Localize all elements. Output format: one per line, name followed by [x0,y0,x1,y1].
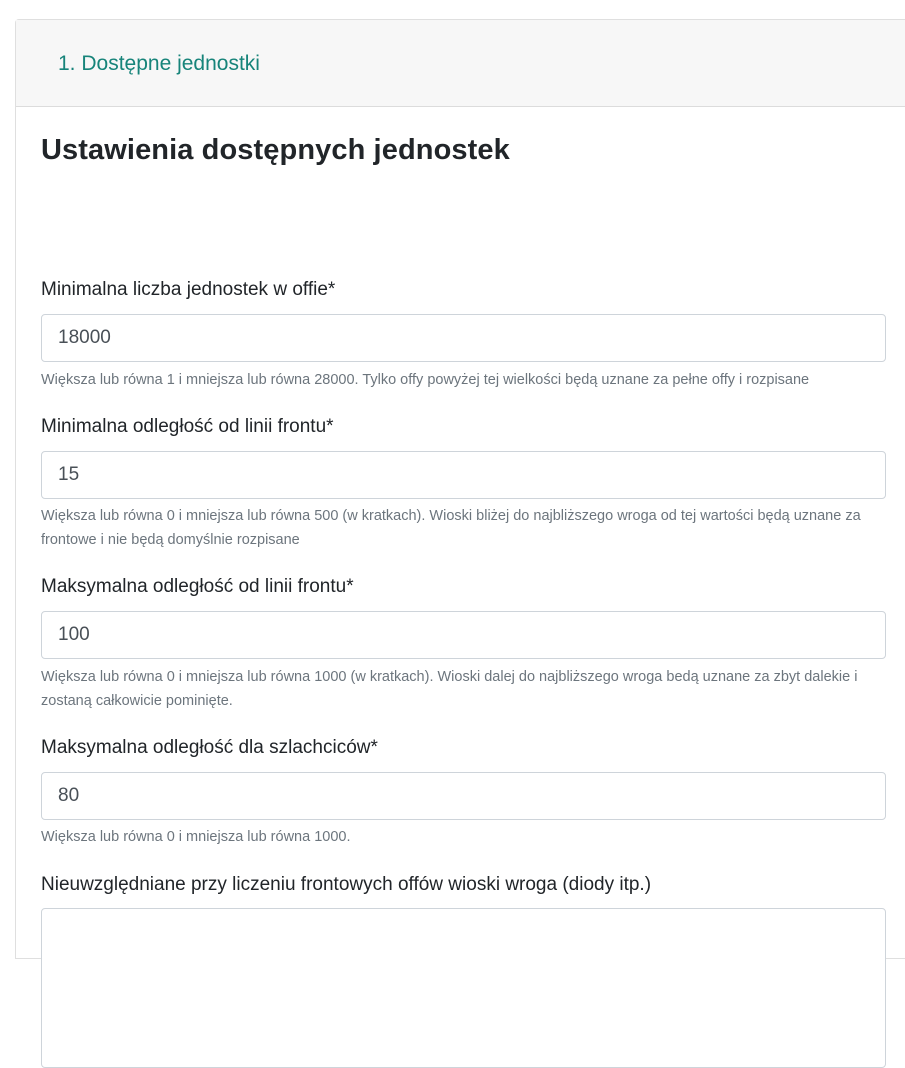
excluded-villages-textarea[interactable] [41,908,886,1068]
max-noble-distance-input[interactable] [41,772,886,820]
card-header-title[interactable]: 1. Dostępne jednostki [58,51,260,76]
settings-card: 1. Dostępne jednostki Ustawienia dostępn… [15,19,905,1068]
excluded-villages-label: Nieuwzględniane przy liczeniu frontowych… [41,874,652,895]
section-title: Ustawienia dostępnych jednostek [41,134,510,166]
max-front-distance-help: Większa lub równa 0 i mniejsza lub równa… [41,669,858,709]
max-front-distance-label: Maksymalna odległość od linii frontu* [41,576,354,597]
max-front-distance-input[interactable] [41,611,886,659]
card-header[interactable]: 1. Dostępne jednostki [16,20,905,107]
max-noble-distance-help: Większa lub równa 0 i mniejsza lub równa… [41,829,351,845]
min-front-distance-help: Większa lub równa 0 i mniejsza lub równa… [41,508,861,548]
max-noble-distance-label: Maksymalna odległość dla szlachciców* [41,737,378,758]
min-front-distance-label: Minimalna odległość od linii frontu* [41,416,334,437]
min-units-input[interactable] [41,314,886,362]
min-units-help: Większa lub równa 1 i mniejsza lub równa… [41,372,810,388]
min-units-label: Minimalna liczba jednostek w offie* [41,279,336,300]
min-front-distance-input[interactable] [41,451,886,499]
